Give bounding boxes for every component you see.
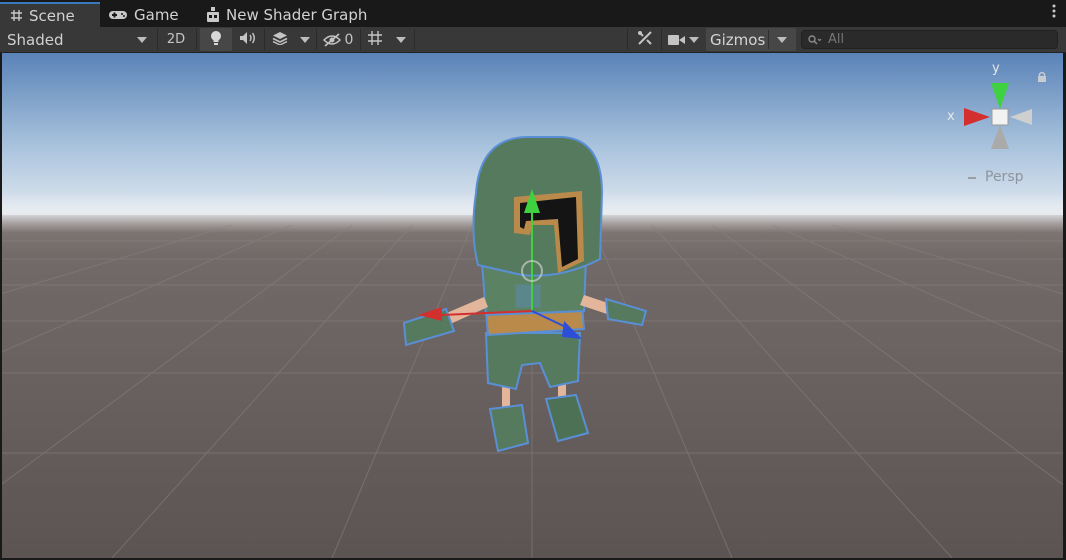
tools-icon xyxy=(637,30,653,50)
projection-label[interactable]: Persp xyxy=(985,169,1024,185)
chevron-down-icon xyxy=(300,36,310,43)
grid-snap-icon xyxy=(367,30,383,50)
search-icon xyxy=(808,34,822,45)
divider xyxy=(157,29,158,50)
more-options-icon[interactable] xyxy=(1052,4,1056,22)
divider xyxy=(196,29,197,50)
camera-settings-button[interactable] xyxy=(662,28,704,51)
chevron-down-icon xyxy=(137,37,147,43)
toggle-2d-label: 2D xyxy=(166,32,186,47)
scene-search-field[interactable] xyxy=(801,30,1058,49)
draw-mode-label: Shaded xyxy=(7,30,64,49)
gizmos-dropdown[interactable]: Gizmos xyxy=(706,28,796,51)
video-camera-icon xyxy=(667,34,685,46)
draw-mode-dropdown[interactable]: Shaded xyxy=(0,28,155,51)
y-axis-label: y xyxy=(992,61,1000,76)
tab-shader-graph[interactable]: New Shader Graph xyxy=(204,3,367,27)
divider xyxy=(316,29,317,50)
tab-scene[interactable]: Scene xyxy=(0,2,100,27)
chevron-down-icon xyxy=(777,37,787,43)
layers-icon xyxy=(272,31,288,49)
scene-toolbar: Shaded 2D 0 Gizmos All xyxy=(0,27,1066,53)
tools-button[interactable] xyxy=(630,28,660,51)
grid-toggle-button[interactable] xyxy=(362,28,388,51)
grid-dropdown-button[interactable] xyxy=(390,28,412,51)
search-input[interactable] xyxy=(826,31,1050,48)
hidden-count: 0 xyxy=(344,31,354,48)
tab-bar: Scene Game New Shader Graph xyxy=(0,0,1066,27)
lighting-toggle-button[interactable] xyxy=(200,28,232,51)
x-axis-label: x xyxy=(947,109,955,124)
chevron-down-icon xyxy=(688,36,699,43)
speaker-icon xyxy=(239,31,257,49)
divider xyxy=(768,30,769,49)
gamepad-icon xyxy=(108,9,128,21)
light-bulb-icon xyxy=(210,30,222,50)
toggle-2d-button[interactable]: 2D xyxy=(160,28,192,51)
divider xyxy=(360,29,361,50)
scene-visibility-button[interactable]: 0 xyxy=(318,28,358,51)
gizmos-label: Gizmos xyxy=(710,30,766,49)
projection-indicator-icon xyxy=(968,177,976,179)
tab-game[interactable]: Game xyxy=(104,3,179,27)
tab-shader-graph-label: New Shader Graph xyxy=(226,6,368,24)
divider xyxy=(414,29,415,50)
effects-dropdown-button[interactable] xyxy=(295,28,315,51)
tab-game-label: Game xyxy=(134,6,179,24)
audio-toggle-button[interactable] xyxy=(232,28,264,51)
chevron-down-icon xyxy=(396,36,406,43)
effects-toggle-button[interactable] xyxy=(265,28,295,51)
shader-graph-icon xyxy=(206,7,220,23)
tab-scene-label: Scene xyxy=(29,6,75,25)
eye-slash-icon xyxy=(322,32,341,47)
lock-icon[interactable] xyxy=(1037,68,1047,87)
scene-grid-icon xyxy=(10,9,23,22)
scene-viewport[interactable]: y x Persp xyxy=(2,53,1063,558)
divider xyxy=(627,29,628,50)
scene-render xyxy=(2,53,1063,558)
